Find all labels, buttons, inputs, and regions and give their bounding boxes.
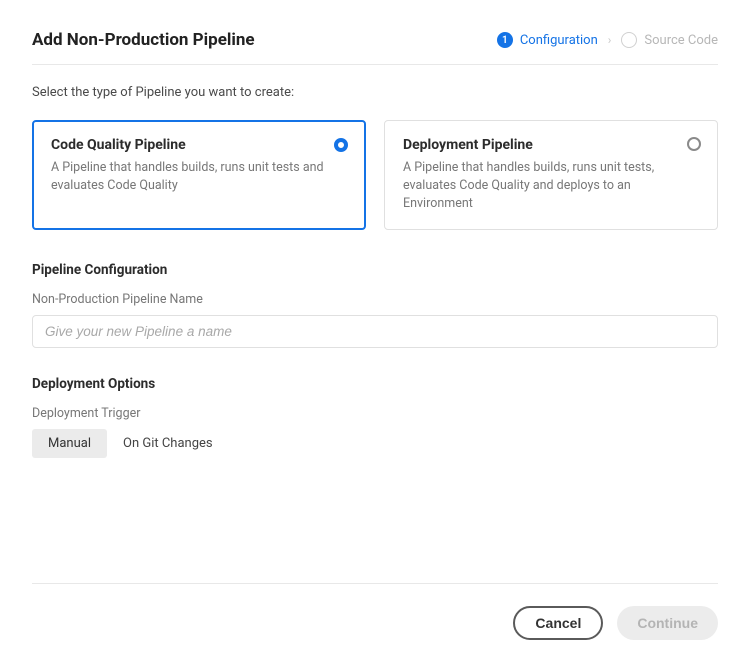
intro-text: Select the type of Pipeline you want to …: [32, 85, 718, 100]
pipeline-name-label: Non-Production Pipeline Name: [32, 292, 718, 307]
pipeline-type-code-quality[interactable]: Code Quality Pipeline A Pipeline that ha…: [32, 120, 366, 230]
cancel-button[interactable]: Cancel: [513, 606, 603, 640]
card-desc: A Pipeline that handles builds, runs uni…: [51, 159, 347, 195]
pipeline-name-input[interactable]: [32, 315, 718, 348]
deployment-trigger-label: Deployment Trigger: [32, 406, 718, 421]
step-label-configuration: Configuration: [520, 33, 598, 48]
radio-selected-icon: [334, 138, 348, 152]
section-deployment-options: Deployment Options: [32, 376, 718, 392]
card-title: Deployment Pipeline: [403, 137, 699, 153]
deployment-trigger-toggle: Manual On Git Changes: [32, 429, 718, 458]
continue-button[interactable]: Continue: [617, 606, 718, 640]
pipeline-type-deployment[interactable]: Deployment Pipeline A Pipeline that hand…: [384, 120, 718, 230]
step-source-code: Source Code: [621, 32, 718, 48]
step-configuration: 1 Configuration: [497, 32, 598, 48]
radio-unselected-icon: [687, 137, 701, 151]
trigger-option-manual[interactable]: Manual: [32, 429, 107, 458]
chevron-right-icon: ›: [608, 33, 612, 47]
page-title: Add Non-Production Pipeline: [32, 30, 255, 50]
trigger-option-git-changes[interactable]: On Git Changes: [107, 429, 229, 458]
step-label-source-code: Source Code: [644, 33, 718, 48]
step-circle-2: [621, 32, 637, 48]
card-title: Code Quality Pipeline: [51, 137, 347, 153]
card-desc: A Pipeline that handles builds, runs uni…: [403, 159, 699, 213]
section-pipeline-configuration: Pipeline Configuration: [32, 262, 718, 278]
stepper: 1 Configuration › Source Code: [497, 32, 718, 48]
step-circle-1: 1: [497, 32, 513, 48]
